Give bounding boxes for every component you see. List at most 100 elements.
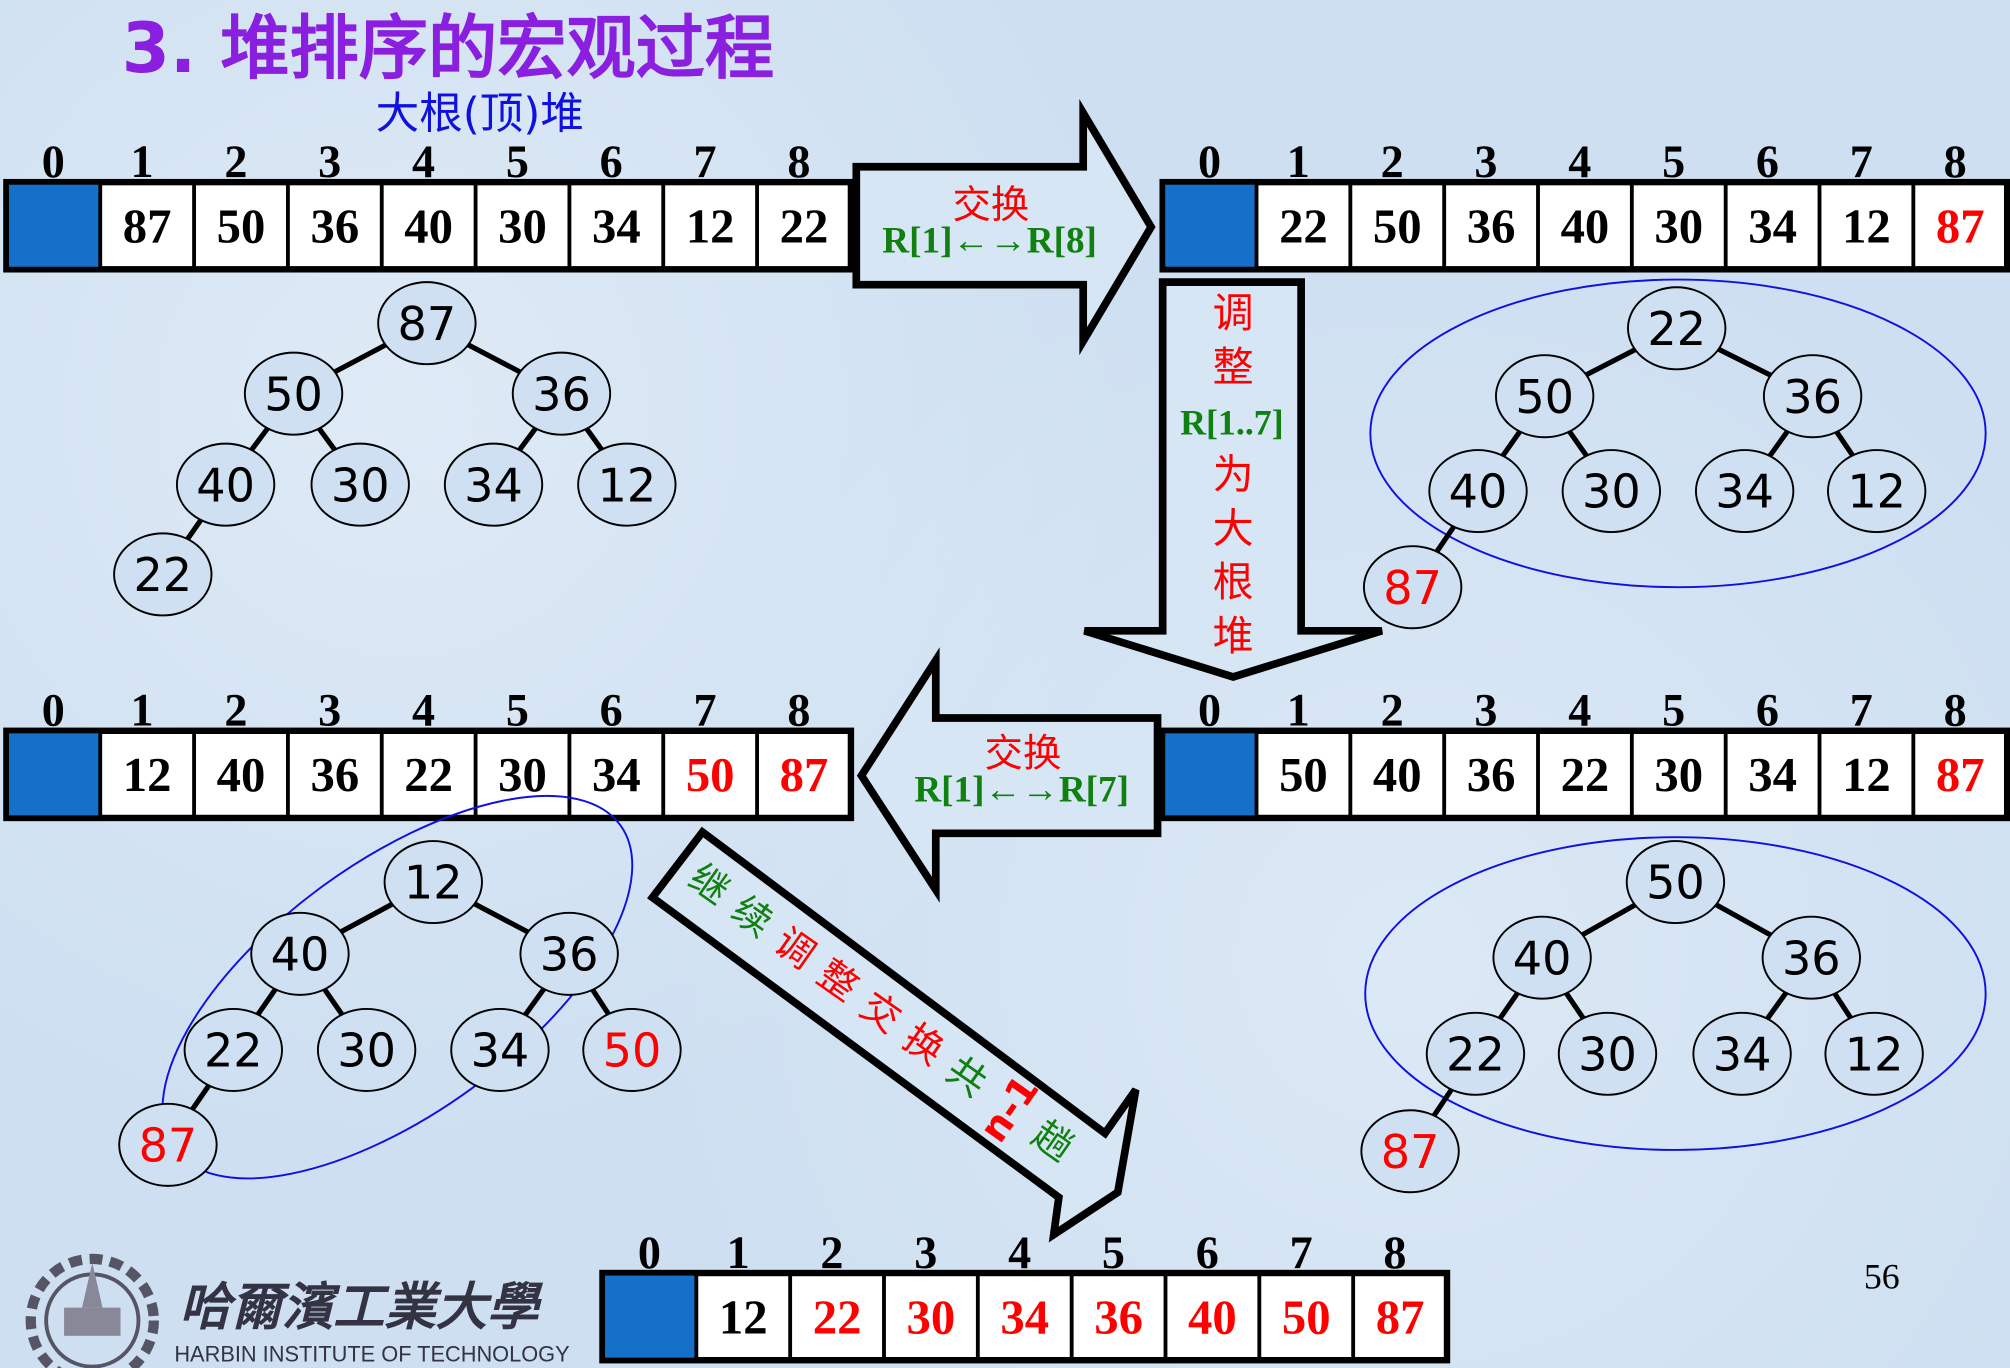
array-cell-value: 12 bbox=[1842, 199, 1891, 253]
array-cell-value: 30 bbox=[1654, 199, 1703, 253]
adjust-label-char: 根 bbox=[1213, 558, 1254, 606]
array-cell-0 bbox=[605, 1275, 697, 1358]
tree-node-value: 36 bbox=[532, 367, 591, 421]
array-index-label: 6 bbox=[1756, 136, 1779, 187]
array-index-label: 8 bbox=[787, 685, 810, 736]
tree-node-value: 22 bbox=[1647, 302, 1706, 356]
array-cell-value: 40 bbox=[1373, 748, 1422, 802]
tree-node-value: 40 bbox=[196, 458, 255, 512]
tree-node-value: 22 bbox=[204, 1024, 263, 1078]
array-cell-value: 30 bbox=[498, 199, 547, 253]
array-index-label: 0 bbox=[1198, 685, 1221, 736]
tree-after-adjust: 50 40 36 22 30 34 12 87 bbox=[1360, 836, 1987, 1194]
array-index-label: 8 bbox=[1944, 136, 1967, 187]
array-cell-0 bbox=[1165, 733, 1257, 816]
tree-node-value: 50 bbox=[603, 1024, 662, 1078]
array-cell-0 bbox=[8, 184, 101, 267]
array-cell-value: 34 bbox=[1748, 199, 1797, 253]
tree-initial: 87 50 36 40 30 34 12 22 bbox=[113, 281, 677, 617]
tree-node-value: 30 bbox=[337, 1024, 396, 1078]
array-after-swap-1-7: 0 1 12 2 40 3 36 4 22 5 30 6 34 7 50 8 87 bbox=[3, 685, 855, 822]
array-index-label: 3 bbox=[914, 1227, 937, 1278]
array-cell-0 bbox=[1165, 184, 1257, 267]
array-cell-value: 40 bbox=[404, 199, 453, 253]
array-cell-value: 50 bbox=[1282, 1290, 1331, 1344]
tree-node-value: 50 bbox=[264, 367, 323, 421]
array-cell-value: 34 bbox=[1748, 748, 1797, 802]
array-index-label: 6 bbox=[600, 685, 623, 736]
array-cell-value: 50 bbox=[686, 748, 735, 802]
array-cell-value: 30 bbox=[1654, 748, 1703, 802]
slide-title: 3. 堆排序的宏观过程 bbox=[122, 9, 774, 89]
array-index-label: 1 bbox=[1287, 136, 1310, 187]
array-cell-value: 22 bbox=[404, 748, 453, 802]
tree-node-value: 87 bbox=[139, 1119, 198, 1173]
array-cell-value: 30 bbox=[907, 1290, 956, 1344]
array-index-label: 3 bbox=[318, 136, 341, 187]
logo-english-name: HARBIN INSTITUTE OF TECHNOLOGY bbox=[174, 1341, 570, 1366]
tree-node-value: 40 bbox=[1449, 465, 1508, 519]
tree-node-value: 87 bbox=[1383, 561, 1442, 615]
array-after-adjust: 0 1 50 2 40 3 36 4 22 5 30 6 34 7 12 8 87 bbox=[1159, 685, 2010, 822]
tree-node-value: 12 bbox=[597, 458, 656, 512]
array-index-label: 7 bbox=[694, 685, 717, 736]
array-index-label: 4 bbox=[412, 685, 435, 736]
array-cell-value: 22 bbox=[780, 199, 829, 253]
array-cell-value: 12 bbox=[1842, 748, 1891, 802]
adjust-range: R[1..7] bbox=[1180, 403, 1284, 443]
array-cell-value: 50 bbox=[217, 199, 266, 253]
array-cell-value: 36 bbox=[1467, 748, 1516, 802]
array-index-label: 5 bbox=[1102, 1227, 1125, 1278]
array-index-label: 8 bbox=[1383, 1227, 1406, 1278]
array-index-label: 2 bbox=[1381, 136, 1404, 187]
array-cell-value: 87 bbox=[1936, 748, 1985, 802]
array-cell-value: 87 bbox=[1936, 199, 1985, 253]
tree-node-value: 50 bbox=[1515, 370, 1574, 424]
array-index-label: 8 bbox=[787, 136, 810, 187]
array-cell-value: 30 bbox=[498, 748, 547, 802]
array-cell-value: 22 bbox=[813, 1290, 862, 1344]
array-index-label: 4 bbox=[1008, 1227, 1031, 1278]
array-index-label: 6 bbox=[1196, 1227, 1219, 1278]
array-index-label: 4 bbox=[1568, 136, 1591, 187]
tree-node-value: 12 bbox=[404, 856, 463, 910]
tree-node-value: 34 bbox=[471, 1024, 530, 1078]
array-final: 0 112222330434536640750887 bbox=[599, 1227, 1451, 1364]
array-cell-value: 36 bbox=[1094, 1290, 1143, 1344]
tree-node-value: 12 bbox=[1845, 1027, 1904, 1081]
array-cell-value: 22 bbox=[1279, 199, 1328, 253]
array-cell-value: 87 bbox=[780, 748, 829, 802]
array-index-label: 1 bbox=[727, 1227, 750, 1278]
tree-node-value: 12 bbox=[1847, 465, 1906, 519]
tree-node-value: 22 bbox=[133, 548, 192, 602]
array-index-label: 5 bbox=[506, 685, 529, 736]
array-cell-value: 50 bbox=[1279, 748, 1328, 802]
array-index-label: 0 bbox=[42, 685, 65, 736]
array-index-label: 7 bbox=[694, 136, 717, 187]
array-index-label: 4 bbox=[1568, 685, 1591, 736]
array-index-label: 4 bbox=[412, 136, 435, 187]
array-index-label: 7 bbox=[1850, 136, 1873, 187]
array-index-label: 5 bbox=[1662, 685, 1685, 736]
array-index-label: 6 bbox=[1756, 685, 1779, 736]
array-index-label: 0 bbox=[1198, 136, 1221, 187]
array-cell-value: 50 bbox=[1373, 199, 1422, 253]
adjust-arrow-down: 调整 R[1..7] 为大根堆 bbox=[1083, 278, 1384, 681]
adjust-label-char: 调 bbox=[1213, 289, 1254, 337]
array-after-swap-1-8: 0 122250336440530634712887 bbox=[1159, 136, 2010, 273]
array-cell-value: 87 bbox=[123, 199, 172, 253]
tree-after-swap-1-8: 22 50 36 40 30 34 12 87 bbox=[1362, 278, 1987, 630]
tree-node-value: 30 bbox=[331, 458, 390, 512]
tree-node-value: 87 bbox=[398, 297, 457, 351]
array-cell-value: 36 bbox=[310, 199, 359, 253]
array-cell-value: 12 bbox=[719, 1290, 768, 1344]
array-cell-value: 40 bbox=[1561, 199, 1610, 253]
array-initial: 0 1 87 2 50 3 36 4 40 5 30 6 34 7 12 8 22 bbox=[3, 136, 855, 273]
page-number: 56 bbox=[1864, 1256, 1900, 1296]
tree-node-value: 36 bbox=[1782, 931, 1841, 985]
adjust-label-char: 整 bbox=[1213, 343, 1254, 391]
array-index-label: 5 bbox=[506, 136, 529, 187]
tree-node-value: 36 bbox=[1783, 370, 1842, 424]
tree-node-value: 22 bbox=[1446, 1027, 1505, 1081]
array-index-label: 7 bbox=[1290, 1227, 1313, 1278]
